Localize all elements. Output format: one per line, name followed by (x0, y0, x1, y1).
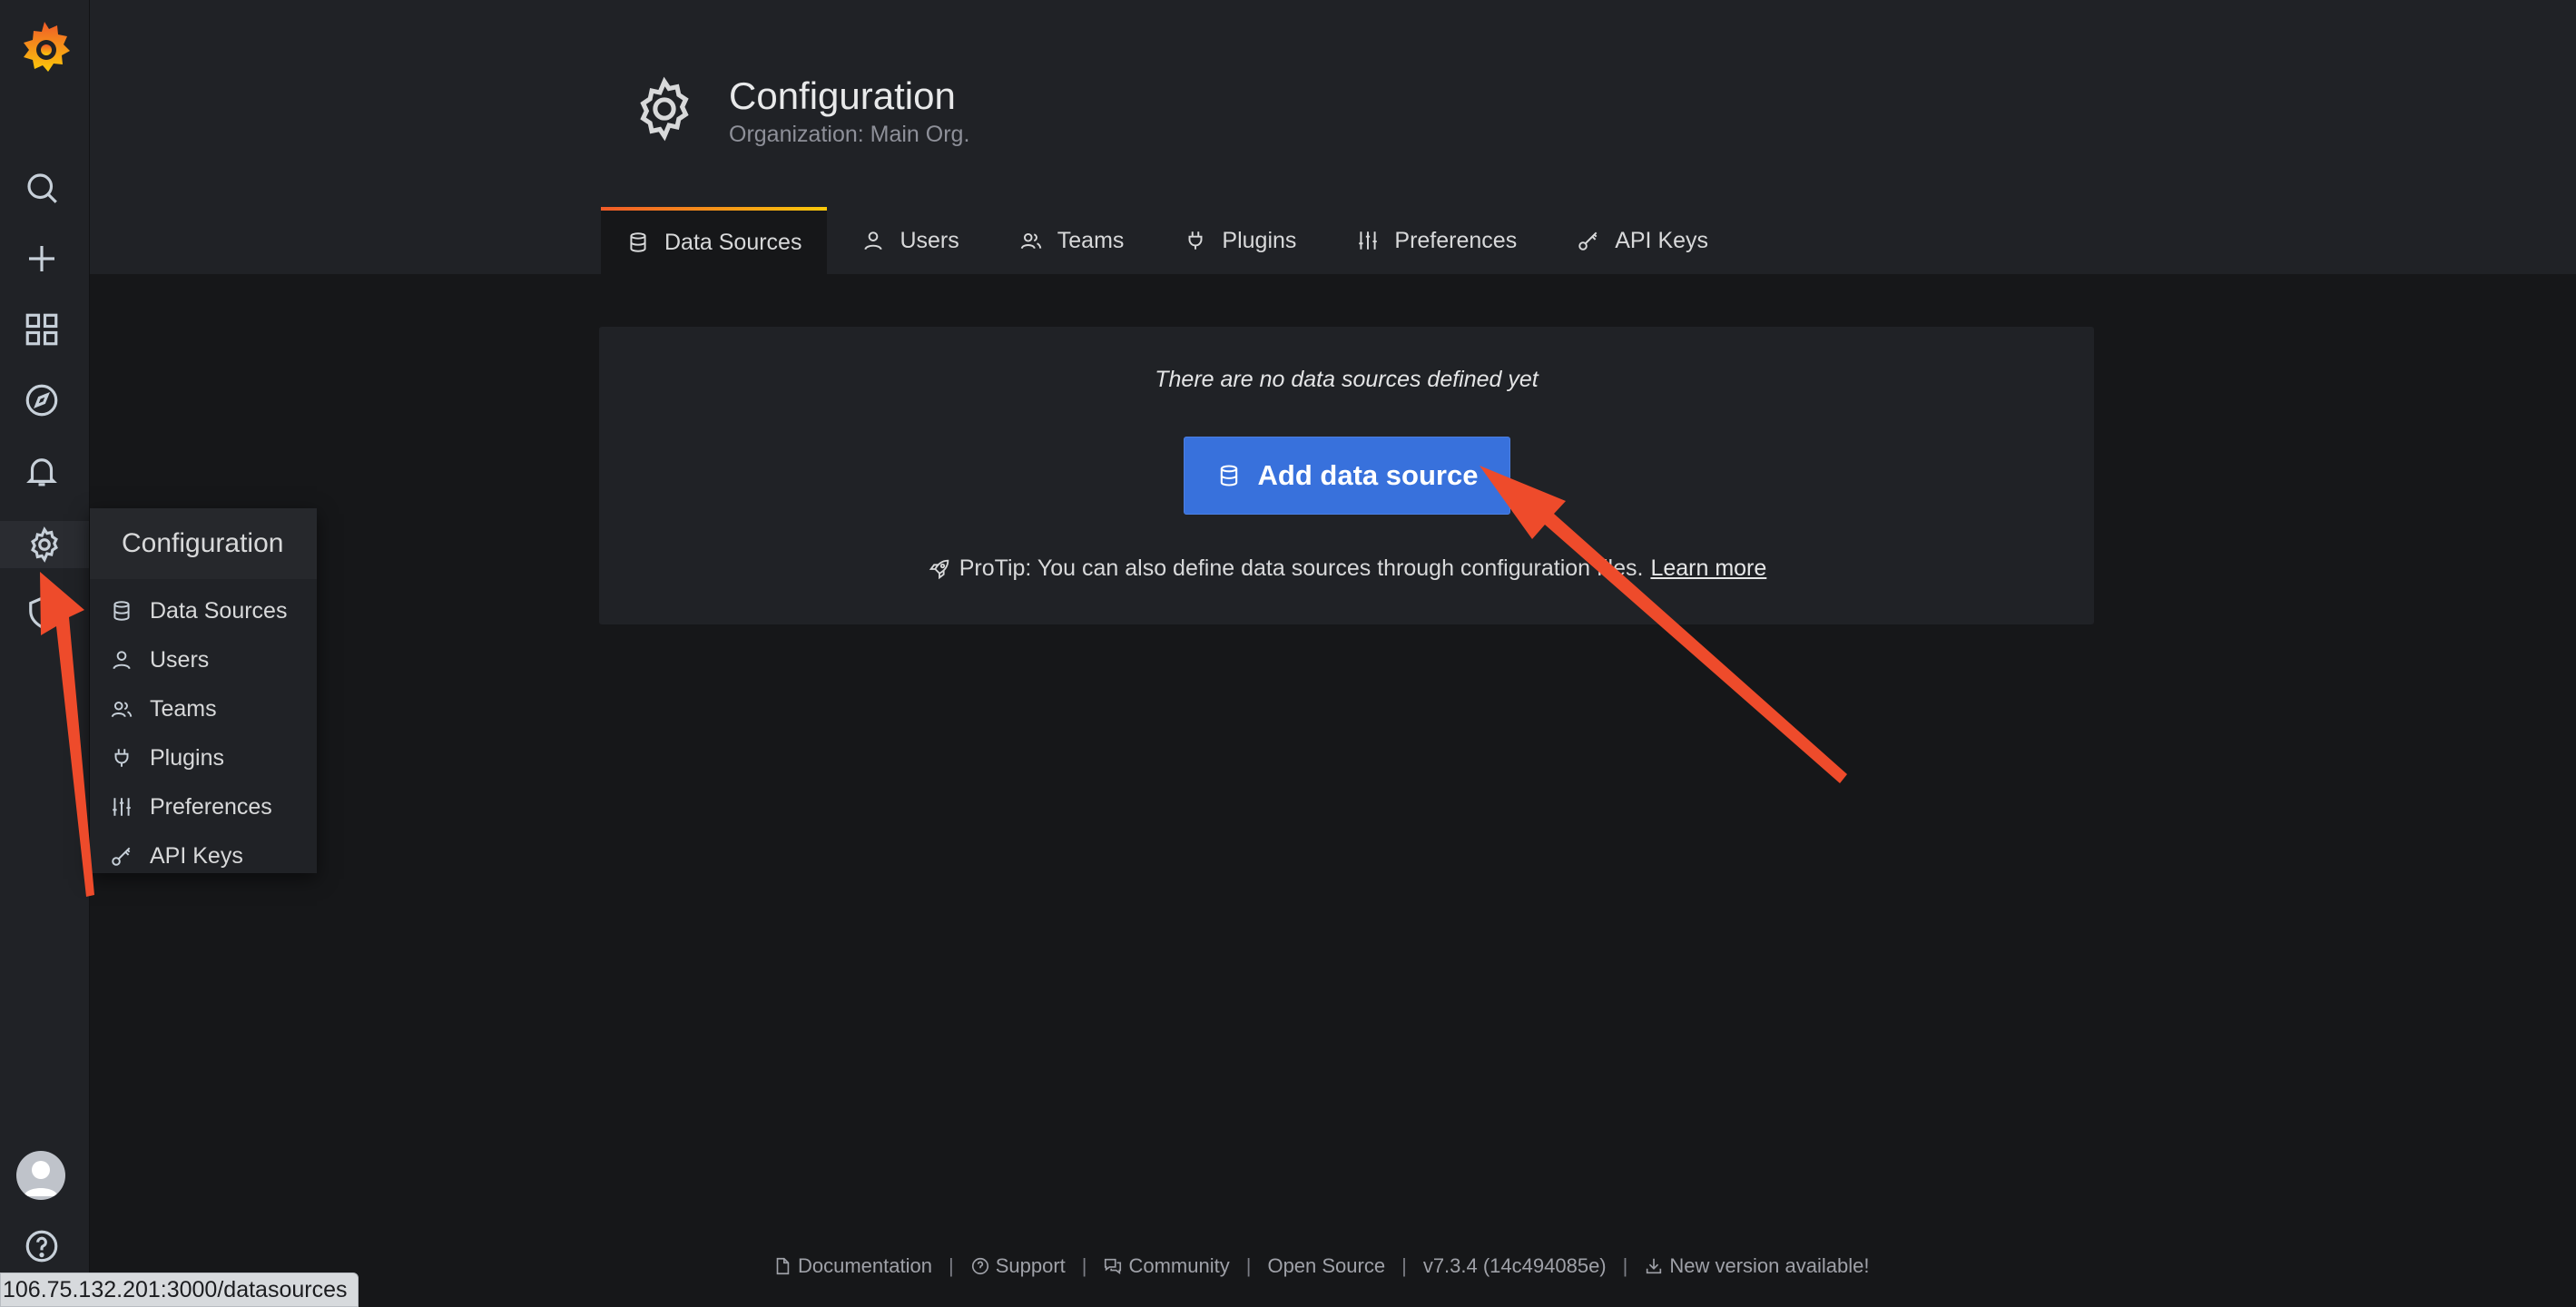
tab-api-keys[interactable]: API Keys (1551, 207, 1734, 274)
flyout-item-label: Teams (150, 695, 217, 722)
footer-separator: | (948, 1254, 954, 1277)
flyout-item-label: API Keys (150, 842, 243, 869)
footer-separator: | (1245, 1254, 1252, 1277)
avatar[interactable] (16, 1151, 65, 1200)
footer-separator: | (1401, 1254, 1407, 1277)
tab-label: Data Sources (664, 229, 802, 255)
tab-data-sources[interactable]: Data Sources (601, 207, 828, 274)
footer-separator: | (1622, 1254, 1628, 1277)
plug-icon (1188, 231, 1203, 250)
database-icon (630, 232, 646, 252)
alerting-bell-icon[interactable] (21, 450, 63, 492)
protip: ProTip: You can also define data sources… (599, 555, 2094, 582)
rocket-icon (929, 559, 949, 579)
protip-text: ProTip: You can also define data sources… (959, 555, 1644, 581)
flyout-item-label: Plugins (150, 744, 224, 771)
key-icon (112, 847, 131, 866)
footer-open-source-link[interactable]: Open Source (1267, 1254, 1385, 1278)
tab-label: Plugins (1222, 227, 1297, 253)
database-icon (1220, 465, 1237, 486)
user-icon (864, 231, 883, 251)
tab-preferences[interactable]: Preferences (1331, 207, 1542, 274)
shield-icon[interactable] (21, 592, 63, 634)
footer: Documentation | Support | Community | Op… (772, 1251, 1869, 1282)
sidebar (0, 0, 90, 1305)
question-circle-icon (971, 1257, 988, 1275)
add-data-source-button[interactable]: Add data source (1184, 437, 1510, 515)
footer-version: v7.3.4 (14c494085e) (1422, 1254, 1607, 1277)
browser-status-url: 106.75.132.201:3000/datasources (0, 1273, 359, 1307)
explore-compass-icon[interactable] (21, 379, 63, 421)
flyout-item-api-keys[interactable]: API Keys (90, 831, 317, 880)
flyout-item-label: Preferences (150, 793, 272, 820)
dashboards-icon[interactable] (21, 309, 63, 350)
users-icon (1020, 232, 1042, 250)
key-icon (1578, 231, 1598, 251)
flyout-item-preferences[interactable]: Preferences (90, 782, 317, 831)
flyout-title[interactable]: Configuration (90, 508, 317, 579)
tab-label: API Keys (1615, 227, 1709, 253)
flyout-item-teams[interactable]: Teams (90, 684, 317, 733)
search-icon[interactable] (21, 167, 63, 209)
footer-separator: | (1081, 1254, 1087, 1277)
footer-new-version-link[interactable]: New version available! (1644, 1254, 1869, 1278)
plug-icon (114, 749, 129, 767)
add-data-source-label: Add data source (1257, 459, 1479, 491)
tab-users[interactable]: Users (836, 207, 984, 274)
gear-icon[interactable] (0, 521, 89, 568)
document-icon (776, 1257, 790, 1275)
download-icon (1647, 1258, 1662, 1274)
database-icon (113, 601, 130, 621)
tab-teams[interactable]: Teams (994, 207, 1150, 274)
tab-label: Users (900, 227, 959, 253)
flyout-item-users[interactable]: Users (90, 635, 317, 684)
tab-plugins[interactable]: Plugins (1158, 207, 1322, 274)
tab-bar: Data Sources Users Teams Plugins Prefere… (601, 207, 1743, 274)
plus-icon[interactable] (21, 238, 63, 280)
page-subtitle: Organization: Main Org. (729, 122, 970, 147)
tab-label: Preferences (1394, 227, 1518, 253)
grafana-logo[interactable] (12, 15, 77, 80)
footer-documentation-link[interactable]: Documentation (772, 1254, 932, 1278)
user-icon (113, 651, 131, 670)
tab-label: Teams (1057, 227, 1125, 253)
users-icon (111, 701, 133, 718)
sliders-icon (113, 798, 131, 816)
page-title: Configuration (729, 74, 956, 117)
flyout-item-plugins[interactable]: Plugins (90, 733, 317, 782)
help-icon[interactable] (21, 1225, 63, 1267)
flyout-item-label: Users (150, 646, 210, 673)
empty-state-panel: There are no data sources defined yet Ad… (599, 327, 2094, 624)
gear-icon (630, 74, 699, 143)
comments-icon (1105, 1258, 1122, 1274)
footer-community-link[interactable]: Community (1103, 1254, 1230, 1278)
learn-more-link[interactable]: Learn more (1650, 555, 1766, 582)
flyout-item-label: Data Sources (150, 597, 288, 624)
configuration-flyout-menu: Configuration Data Sources Users Teams P… (90, 508, 317, 873)
sliders-icon (1359, 231, 1378, 250)
empty-state-message: There are no data sources defined yet (1155, 367, 1539, 392)
footer-support-link[interactable]: Support (970, 1254, 1066, 1278)
flyout-item-data-sources[interactable]: Data Sources (90, 586, 317, 635)
